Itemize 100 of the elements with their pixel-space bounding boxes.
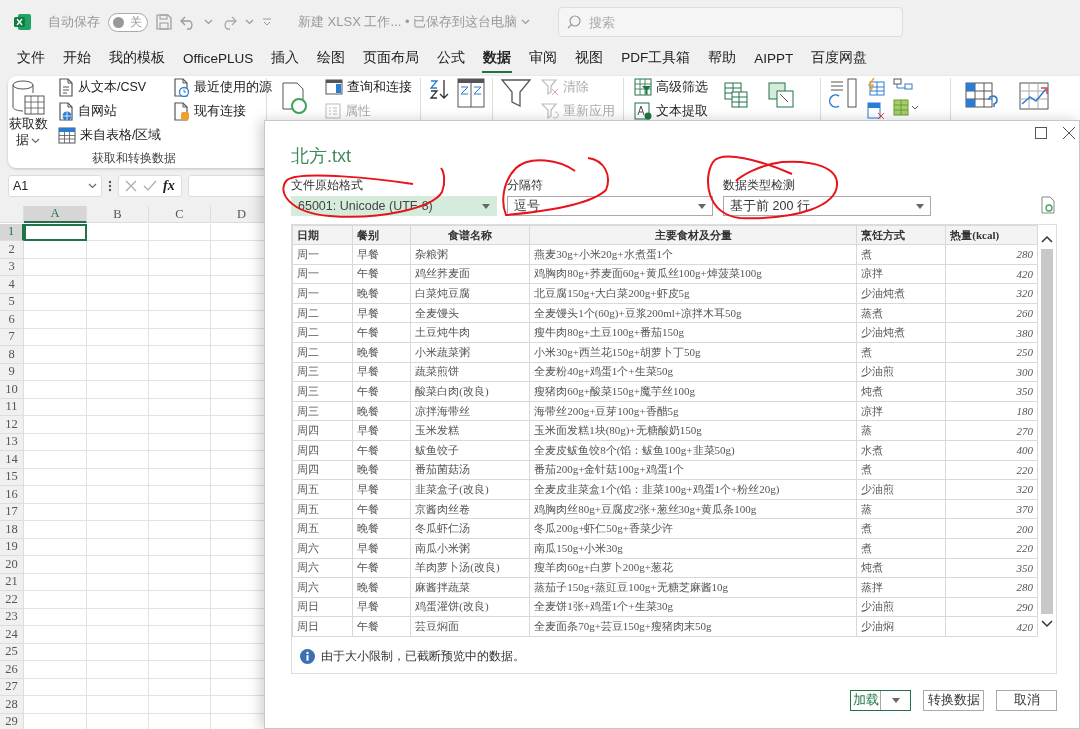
column-header: 餐别	[352, 225, 411, 245]
table-cell: 晚餐	[352, 577, 411, 598]
table-cell: 少油煎	[856, 597, 946, 617]
table-cell: 鸡蛋灌饼(改良)	[410, 597, 530, 617]
field-label: 文件原始格式	[291, 177, 364, 194]
table-cell: 周四	[292, 420, 353, 441]
table-cell: 北豆腐150g+大白菜200g+虾皮5g	[529, 283, 857, 304]
table-cell: 周三	[292, 362, 353, 382]
field-label: 分隔符	[507, 177, 544, 194]
table-cell: 周二	[292, 322, 353, 343]
table-cell: 少油炖煮	[856, 322, 946, 343]
table-cell: 午餐	[352, 322, 411, 343]
table-cell: 晚餐	[352, 401, 411, 421]
table-cell: 羊肉萝卜汤(改良)	[410, 558, 530, 578]
column-header: 日期	[292, 225, 353, 245]
table-cell: 400	[945, 440, 1038, 461]
table-cell: 晚餐	[352, 518, 411, 539]
table-cell: 蒸	[856, 420, 946, 441]
table-cell: 午餐	[352, 264, 411, 284]
table-cell: 220	[945, 538, 1038, 558]
table-cell: 午餐	[352, 381, 411, 402]
table-cell: 南瓜小米粥	[410, 538, 530, 558]
table-cell: 周日	[292, 597, 353, 617]
table-cell: 200	[945, 518, 1038, 539]
table-cell: 蒸茄子150g+蒸豇豆100g+无糖芝麻酱10g	[529, 577, 857, 598]
table-cell: 番茄菌菇汤	[410, 460, 530, 480]
column-header: 热量(kcal)	[945, 225, 1038, 245]
table-cell: 少油焖	[856, 616, 946, 637]
autosave-label: 自动保存	[48, 13, 100, 31]
table-cell: 杂粮粥	[410, 244, 530, 265]
table-cell: 煮	[856, 244, 946, 265]
table-cell: 少油炖煮	[856, 283, 946, 304]
table-cell: 凉拌	[856, 401, 946, 421]
table-cell: 凉拌	[856, 264, 946, 284]
table-cell: 早餐	[352, 362, 411, 382]
table-cell: 午餐	[352, 616, 411, 637]
table-cell: 玉米面发糕1块(80g)+无糖酸奶150g	[529, 420, 857, 441]
table-cell: 炖煮	[856, 558, 946, 578]
table-cell: 少油煎	[856, 362, 946, 382]
table-cell: 京酱肉丝卷	[410, 499, 530, 519]
column-header: 主要食材及分量	[529, 225, 857, 245]
table-cell: 周六	[292, 558, 353, 578]
table-cell: 韭菜盒子(改良)	[410, 479, 530, 500]
table-cell: 周四	[292, 440, 353, 461]
truncation-notice: 由于大小限制，已截断预览中的数据。	[321, 648, 525, 665]
table-cell: 全麦馒头	[410, 303, 530, 323]
table-cell: 周日	[292, 616, 353, 637]
table-cell: 玉米发糕	[410, 420, 530, 441]
table-cell: 凉拌海带丝	[410, 401, 530, 421]
table-cell: 周一	[292, 244, 353, 265]
table-cell: 早餐	[352, 420, 411, 441]
table-cell: 瘦猪肉60g+酸菜150g+魔芋丝100g	[529, 381, 857, 402]
group-label: 获取和转换数据	[91, 150, 177, 167]
table-cell: 周六	[292, 577, 353, 598]
table-cell: 蔬菜煎饼	[410, 362, 530, 382]
table-cell: 煮	[856, 460, 946, 480]
table-cell: 水煮	[856, 440, 946, 461]
column-header: 烹饪方式	[856, 225, 946, 245]
table-cell: 蒸煮	[856, 303, 946, 323]
table-cell: 酸菜白肉(改良)	[410, 381, 530, 402]
table-cell: 周二	[292, 303, 353, 323]
table-cell: 全麦饼1张+鸡蛋1个+生菜30g	[529, 597, 857, 617]
table-cell: 鸡胸肉80g+荞麦面60g+黄瓜丝100g+焯菠菜100g	[529, 264, 857, 284]
table-cell: 全麦面条70g+芸豆150g+瘦猪肉末50g	[529, 616, 857, 637]
table-cell: 早餐	[352, 597, 411, 617]
table-cell: 小米蔬菜粥	[410, 342, 530, 363]
table-cell: 周二	[292, 342, 353, 363]
table-cell: 海带丝200g+豆芽100g+香醋5g	[529, 401, 857, 421]
table-cell: 280	[945, 577, 1038, 598]
table-cell: 全麦馒头1个(60g)+豆浆200ml+凉拌木耳50g	[529, 303, 857, 323]
table-cell: 瘦羊肉60g+白萝卜200g+葱花	[529, 558, 857, 578]
table-cell: 蒸	[856, 499, 946, 519]
table-cell: 瘦牛肉80g+土豆100g+番茄150g	[529, 322, 857, 343]
table-cell: 周五	[292, 499, 353, 519]
table-cell: 麻酱拌蔬菜	[410, 577, 530, 598]
table-cell: 土豆炖牛肉	[410, 322, 530, 343]
table-cell: 420	[945, 264, 1038, 284]
table-cell: 午餐	[352, 558, 411, 578]
table-cell: 周三	[292, 381, 353, 402]
table-cell: 周三	[292, 401, 353, 421]
table-cell: 晚餐	[352, 342, 411, 363]
table-cell: 周六	[292, 538, 353, 558]
table-cell: 燕麦30g+小米20g+水煮蛋1个	[529, 244, 857, 265]
table-cell: 早餐	[352, 303, 411, 323]
table-cell: 小米30g+西兰花150g+胡萝卜丁50g	[529, 342, 857, 363]
table-cell: 早餐	[352, 479, 411, 500]
table-cell: 炖煮	[856, 381, 946, 402]
table-cell: 280	[945, 244, 1038, 265]
table-cell: 350	[945, 381, 1038, 402]
table-cell: 周一	[292, 264, 353, 284]
table-cell: 260	[945, 303, 1038, 323]
table-cell: 煮	[856, 342, 946, 363]
table-cell: 周四	[292, 460, 353, 480]
column-header: 食谱名称	[410, 225, 530, 245]
field-label: 数据类型检测	[723, 177, 796, 194]
table-cell: 周五	[292, 479, 353, 500]
table-cell: 周一	[292, 283, 353, 304]
table-cell: 鸡胸肉丝80g+豆腐皮2张+葱丝30g+黄瓜条100g	[529, 499, 857, 519]
table-cell: 鸡丝荞麦面	[410, 264, 530, 284]
table-cell: 南瓜150g+小米30g	[529, 538, 857, 558]
